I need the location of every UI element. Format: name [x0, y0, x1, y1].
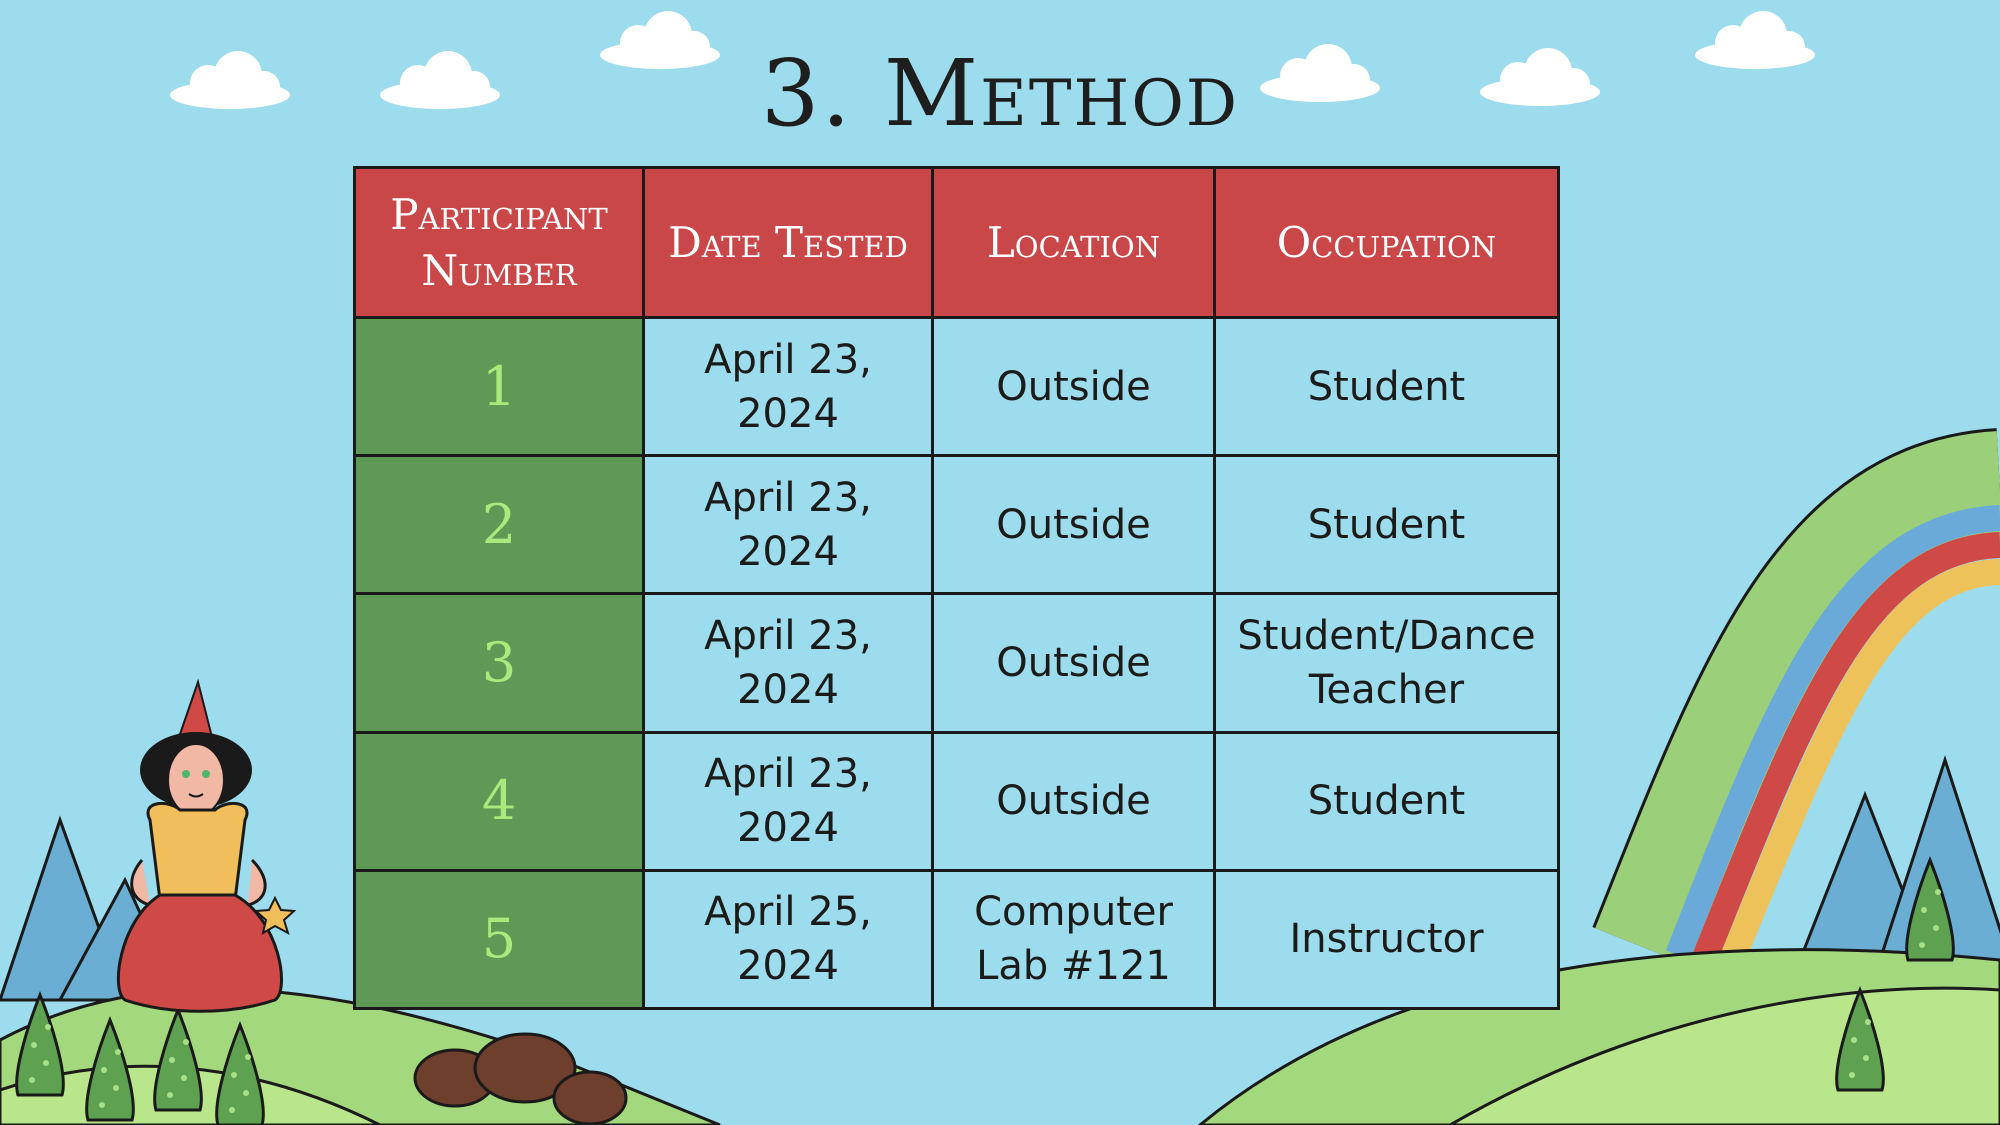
- date-cell: April 25, 2024: [642, 868, 934, 1011]
- slide-title: 3. Method: [760, 40, 1240, 147]
- participant-number-cell: 3: [353, 592, 645, 734]
- participant-number-cell: 2: [353, 454, 645, 596]
- princess-icon: [117, 678, 283, 1013]
- date-cell: April 23, 2024: [642, 315, 934, 458]
- occupation-cell: Student: [1213, 730, 1560, 872]
- date-cell: April 23, 2024: [642, 592, 934, 734]
- location-cell: Outside: [931, 454, 1216, 596]
- participant-number-cell: 5: [353, 868, 645, 1011]
- location-cell: Outside: [931, 315, 1216, 458]
- table-row: 3 April 23, 2024 Outside Student/Dance T…: [353, 592, 1560, 734]
- header-participant-number: Participant Number: [353, 166, 645, 319]
- date-cell: April 23, 2024: [642, 454, 934, 596]
- mountain-icon: [1797, 755, 2000, 962]
- pine-tree-icon: [15, 993, 65, 1097]
- occupation-cell: Student/Dance Teacher: [1213, 592, 1560, 734]
- occupation-cell: Instructor: [1213, 868, 1560, 1011]
- table-row: 2 April 23, 2024 Outside Student: [353, 454, 1560, 596]
- table-row: 1 April 23, 2024 Outside Student: [353, 315, 1560, 458]
- occupation-cell: Student: [1213, 315, 1560, 458]
- location-cell: Outside: [931, 730, 1216, 872]
- participant-number-cell: 1: [353, 315, 645, 458]
- participant-number-cell: 4: [353, 730, 645, 872]
- table-row: 4 April 23, 2024 Outside Student: [353, 730, 1560, 872]
- participants-table: Participant Number Date Tested Location …: [353, 166, 1560, 1011]
- header-location: Location: [931, 166, 1216, 319]
- table-header-row: Participant Number Date Tested Location …: [353, 166, 1560, 319]
- occupation-cell: Student: [1213, 454, 1560, 596]
- date-cell: April 23, 2024: [642, 730, 934, 872]
- location-cell: Outside: [931, 592, 1216, 734]
- header-date-tested: Date Tested: [642, 166, 934, 319]
- location-cell: Computer Lab #121: [931, 868, 1216, 1011]
- header-occupation: Occupation: [1213, 166, 1560, 319]
- table-row: 5 April 25, 2024 Computer Lab #121 Instr…: [353, 868, 1560, 1011]
